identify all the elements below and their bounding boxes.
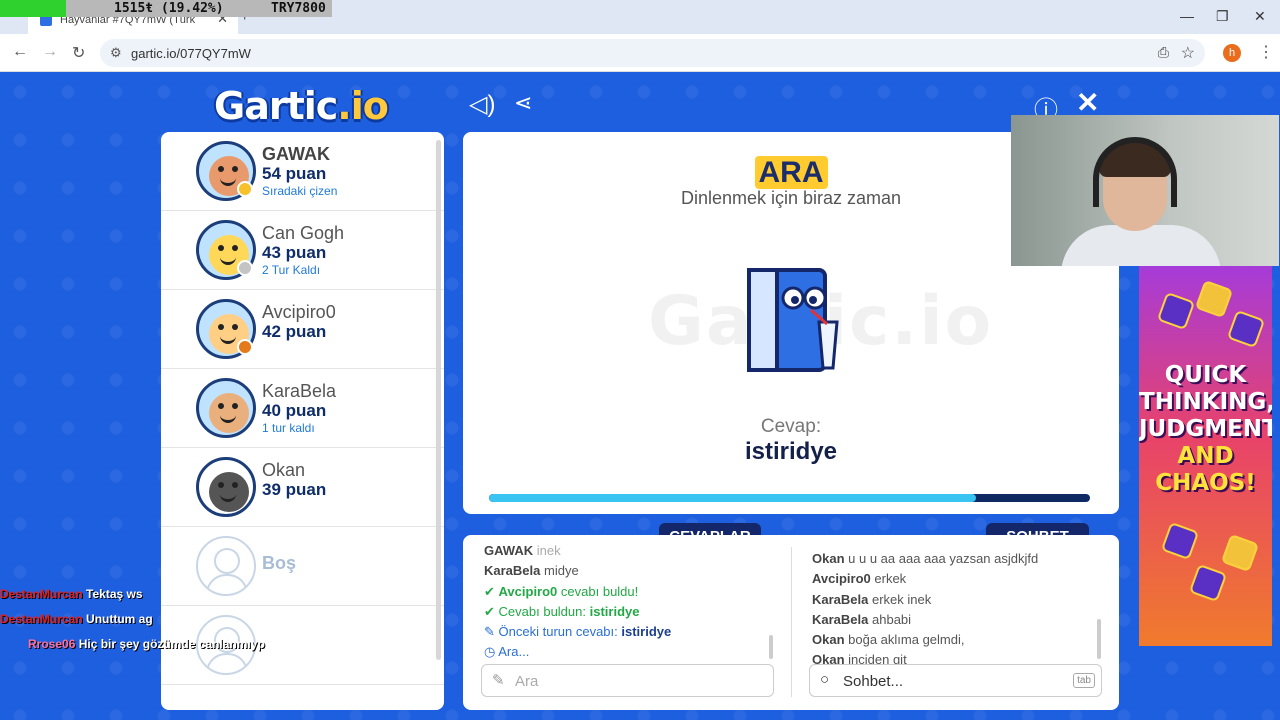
player-row[interactable]: KaraBela 40 puan 1 tur kaldı [161,369,444,448]
answer-message: ✔ Cevabı buldun: istiridye [484,603,640,619]
close-window-icon[interactable]: ✕ [1254,8,1266,25]
check-icon: ✔ [484,603,495,619]
chat-message: Okan boğa aklıma gelmdi, [812,632,965,648]
profile-avatar[interactable]: h [1223,44,1241,62]
check-icon: ✔ [484,583,495,599]
player-row[interactable]: Can Gogh 43 puan 2 Tur Kaldı [161,211,444,290]
forward-icon[interactable]: → [42,43,58,61]
panel-divider [791,547,792,697]
player-avatar [196,457,256,517]
status-dot [237,260,253,276]
answer-message: KaraBela midye [484,563,579,579]
answer-message: ✔ Avcipiro0 cevabı buldu! [484,583,639,599]
stream-chat-line: Rrose06 Hiç bir şey gözümde canlanmıyp [28,637,265,651]
player-note: Sıradaki çizen [262,184,338,198]
chat-message: Okan u u u aa aaa aaa yazsan asjdkjfd [812,551,1039,566]
chat-message: KaraBela erkek inek [812,591,932,607]
player-name: Okan [262,460,306,480]
player-avatar [196,378,256,438]
answers-log: GAWAK inek KaraBela midye ✔ Avcipiro0 ceva… [484,541,671,663]
browser-titlebar: Hayvanlar #7QY7mW (Türk ✕ + 1515ŧ (19.42… [0,0,1280,34]
answer-word: istiridye [744,438,838,465]
back-icon[interactable]: ← [12,43,28,61]
player-name: Can Gogh [262,223,345,243]
pencil-icon: ✎ [484,624,495,640]
answer-placeholder: Ara [515,673,539,690]
menu-kebab-icon[interactable]: ⋮ [1258,42,1274,62]
pencil-icon: ✎ [492,672,505,689]
mascot-icon [747,268,839,372]
search-icon: ○ [820,671,830,688]
status-dot [237,181,253,197]
share-icon[interactable]: ⋖ [514,90,532,116]
ad-tile-icon [1160,521,1200,561]
player-score: 39 puan [262,480,327,499]
minimize-icon[interactable]: — [1180,8,1194,24]
logo-suffix: .io [337,84,389,128]
player-row[interactable]: Avcipiro0 42 puan [161,290,444,369]
ad-banner[interactable]: QUICK THINKING, JUDGMENT AND CHAOS! [1139,266,1272,646]
ad-text: QUICK THINKING, JUDGMENT AND CHAOS! [1139,362,1272,496]
gartic-logo[interactable]: Gartic.io [214,84,389,128]
answer-input[interactable]: ✎ Ara [481,664,774,697]
reload-icon[interactable]: ↻ [72,43,85,63]
chat-log: Okan u u u aa aaa aaa yazsan asjdkjfd Avc… [812,549,1038,671]
webcam-overlay [1011,115,1279,266]
player-name: Avcipiro0 [262,302,336,322]
player-score: 54 puan [262,164,327,183]
answer-message: ✎ Önceki turun cevabı: istiridye [484,624,672,640]
player-note: 2 Tur Kaldı [262,263,321,277]
stream-chat-line: DestanMurcan Tektaş ws [0,587,143,601]
stream-chat-line: DestanMurcan Unuttum ag [0,612,153,626]
answer-message: GAWAK inek [484,543,561,558]
player-note: 1 tur kaldı [262,421,315,435]
stream-overlay-bar: 1515ŧ (19.42%) TRY7800 [0,0,332,17]
answer-label: Cevap: [760,416,822,437]
player-score: 43 puan [262,243,327,262]
maximize-icon[interactable]: ❐ [1216,8,1229,25]
ad-tile-icon [1188,563,1228,603]
chat-message: Avcipiro0 erkek [812,571,907,587]
chat-scrollbar[interactable] [1097,619,1101,659]
player-list-scrollbar[interactable] [436,140,441,660]
game-area: Gartic.io ◁) ⋖ ⓘ ✕ GAWAK 54 puan Sıradaki … [0,72,1280,720]
omnibox[interactable]: ⚙ gartic.io/077QY7mW ⎙ ☆ [100,39,1205,67]
site-info-icon[interactable]: ⚙ [110,45,122,61]
player-score: 40 puan [262,401,327,420]
status-dot [237,339,253,355]
answers-scrollbar[interactable] [769,635,773,659]
ad-tile-icon [1226,309,1266,349]
ad-tile-icon [1220,533,1260,573]
overlay-progress [0,0,66,17]
chat-input[interactable]: ○ Sohbet... tab [809,664,1102,697]
overlay-stat: 1515ŧ (19.42%) [114,1,224,16]
player-row[interactable]: Okan 39 puan [161,448,444,527]
logo-main: Gartic [214,84,338,128]
player-name: GAWAK [262,144,331,164]
clock-icon: ◷ [484,644,496,660]
answer-message: ◷ Ara... [484,644,530,660]
round-progress-bar [489,494,1090,502]
player-name: KaraBela [262,381,337,401]
stream-chat-overlay: DestanMurcan Tektaş ws DestanMurcan Unutt… [0,582,265,657]
sound-icon[interactable]: ◁) [469,90,495,119]
address-bar-row: ← → ↻ ⚙ gartic.io/077QY7mW ⎙ ☆ h ⋮ [0,34,1280,72]
ad-tile-icon [1194,279,1234,319]
ad-tile-icon [1156,291,1196,331]
round-progress-fill [489,494,976,502]
answers-chat-panel: GAWAK inek KaraBela midye ✔ Avcipiro0 ceva… [463,535,1119,710]
player-row[interactable]: GAWAK 54 puan Sıradaki çizen [161,132,444,211]
empty-slot-label: Boş [262,553,297,573]
chat-message: KaraBela ahbabi [812,611,912,627]
tab-key-hint: tab [1073,673,1095,688]
bookmark-star-icon[interactable]: ☆ [1181,43,1195,63]
overlay-currency: TRY7800 [271,1,326,16]
url-text[interactable]: gartic.io/077QY7mW [131,46,251,61]
chat-placeholder: Sohbet... [843,673,904,690]
player-score: 42 puan [262,322,327,341]
install-icon[interactable]: ⎙ [1158,44,1169,61]
